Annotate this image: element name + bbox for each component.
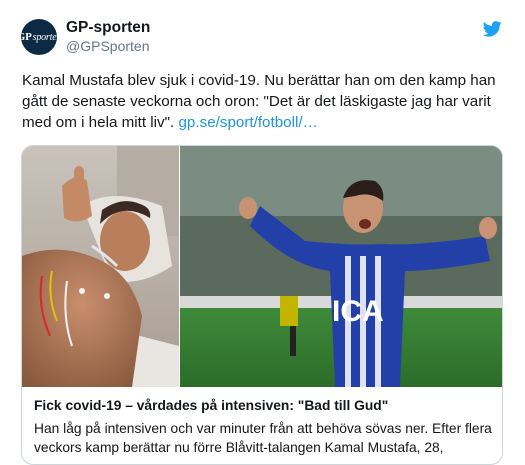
author-name[interactable]: GP-sporten — [66, 19, 150, 37]
avatar[interactable]: GP sporten — [17, 19, 61, 55]
author-handle[interactable]: @GPSporten — [66, 38, 149, 54]
link-preview-card[interactable]: ICA Fick covid-19 – vårdades på intensiv… — [21, 145, 503, 465]
twitter-bird-icon[interactable] — [483, 21, 502, 37]
tweet-link[interactable]: gp.se/sport/fotboll/… — [178, 114, 317, 131]
tweet-text: Kamal Mustafa blev sjuk i covid-19. Nu b… — [22, 70, 507, 133]
avatar-logo-italic: sporten — [32, 31, 62, 43]
football-celebration-image: ICA — [180, 146, 502, 387]
card-image-collage[interactable]: ICA — [22, 146, 502, 387]
avatar-logo-bold: GP — [16, 31, 32, 43]
tweet-card[interactable]: GP sporten GP-sporten @GPSporten Kamal Mu… — [0, 0, 525, 465]
card-description: Han låg på intensiven och var minuter fr… — [34, 421, 492, 455]
card-title[interactable]: Fick covid-19 – vårdades på intensiven: … — [34, 398, 388, 413]
hospital-selfie-image — [22, 146, 179, 387]
shirt-sponsor-text: ICA — [332, 295, 384, 328]
